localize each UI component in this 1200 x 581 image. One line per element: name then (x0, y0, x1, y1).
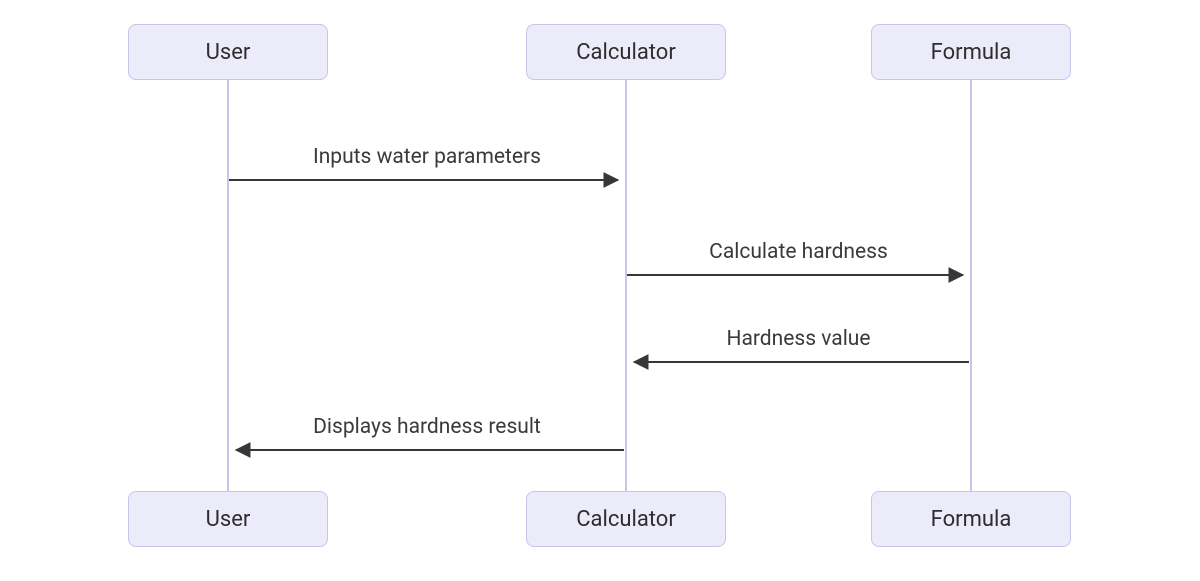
participant-label: User (206, 40, 251, 65)
message-label-3: Hardness value (626, 327, 971, 351)
participant-label: Calculator (576, 507, 676, 532)
participant-label: Formula (931, 40, 1012, 65)
participant-calculator-bottom: Calculator (526, 491, 726, 547)
participant-user-bottom: User (128, 491, 328, 547)
participant-calculator-top: Calculator (526, 24, 726, 80)
sequence-diagram: User Calculator Formula User Calculator … (0, 0, 1200, 581)
message-label-4: Displays hardness result (228, 415, 626, 439)
participant-label: User (206, 507, 251, 532)
message-label-1: Inputs water parameters (228, 145, 626, 169)
participant-label: Calculator (576, 40, 676, 65)
participant-formula-top: Formula (871, 24, 1071, 80)
lifeline-formula (970, 80, 972, 491)
participant-user-top: User (128, 24, 328, 80)
participant-label: Formula (931, 507, 1012, 532)
message-label-2: Calculate hardness (626, 240, 971, 264)
participant-formula-bottom: Formula (871, 491, 1071, 547)
